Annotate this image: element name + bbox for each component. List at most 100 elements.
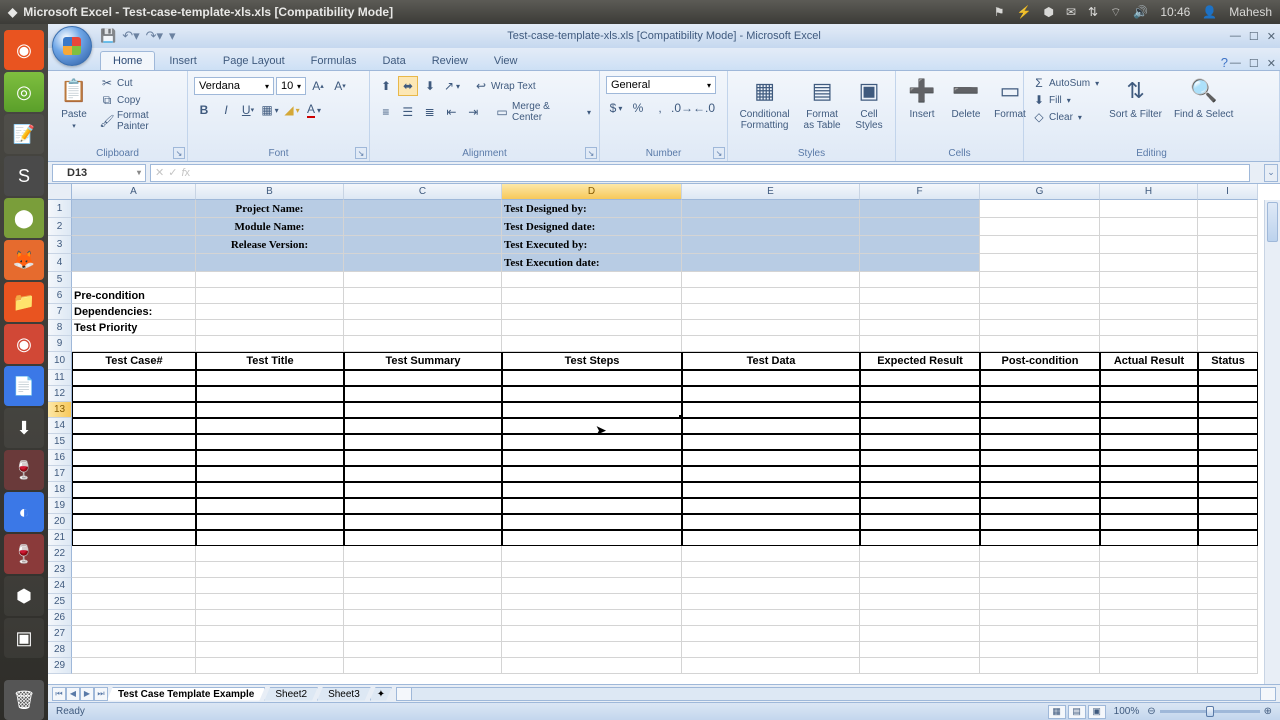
power-icon[interactable]: ⚡ [1017, 5, 1032, 19]
launcher-wine2[interactable]: 🍷 [4, 534, 44, 574]
cell-F13[interactable] [860, 402, 980, 418]
launcher-files[interactable]: 📁 [4, 282, 44, 322]
cell-H29[interactable] [1100, 658, 1198, 674]
decrease-indent-button[interactable]: ⇤ [442, 102, 462, 122]
font-color-button[interactable]: A [304, 100, 324, 120]
cell-D2[interactable]: Test Designed date: [502, 218, 682, 236]
cell-C8[interactable] [344, 320, 502, 336]
row-header-10[interactable]: 10 [48, 352, 72, 370]
cell-E2[interactable] [682, 218, 860, 236]
cell-D5[interactable] [502, 272, 682, 288]
vertical-scrollbar[interactable] [1264, 200, 1280, 684]
cell-D22[interactable] [502, 546, 682, 562]
cell-G17[interactable] [980, 466, 1100, 482]
find-select-button[interactable]: 🔍Find & Select [1170, 73, 1237, 122]
cell-C15[interactable] [344, 434, 502, 450]
cell-H21[interactable] [1100, 530, 1198, 546]
new-sheet-button[interactable]: ✦ [370, 687, 392, 701]
sheet-tab-3[interactable]: Sheet3 [317, 687, 371, 701]
font-size-select[interactable]: 10▾ [276, 77, 306, 95]
sheet-tab-1[interactable]: Test Case Template Example [107, 687, 265, 701]
row-header-16[interactable]: 16 [48, 450, 72, 466]
sheet-nav-first[interactable]: ⏮ [52, 687, 66, 701]
grow-font-button[interactable]: A▴ [308, 76, 328, 96]
cell-H17[interactable] [1100, 466, 1198, 482]
cell-A9[interactable] [72, 336, 196, 352]
cell-C11[interactable] [344, 370, 502, 386]
tab-view[interactable]: View [482, 52, 530, 70]
cell-I1[interactable] [1198, 200, 1258, 218]
merge-center-button[interactable]: ▭Merge & Center [493, 100, 593, 124]
increase-indent-button[interactable]: ⇥ [463, 102, 483, 122]
cell-B14[interactable] [196, 418, 344, 434]
insert-cells-button[interactable]: ➕Insert [902, 73, 942, 122]
name-box[interactable]: D13▾ [52, 164, 146, 182]
cell-A13[interactable] [72, 402, 196, 418]
cell-H7[interactable] [1100, 304, 1198, 320]
spreadsheet-grid[interactable]: ABCDEFGHI 123456789101112131415161718192… [48, 184, 1280, 684]
cell-G26[interactable] [980, 610, 1100, 626]
cell-D17[interactable] [502, 466, 682, 482]
cell-C24[interactable] [344, 578, 502, 594]
cell-I26[interactable] [1198, 610, 1258, 626]
cell-G24[interactable] [980, 578, 1100, 594]
row-header-9[interactable]: 9 [48, 336, 72, 352]
cell-E19[interactable] [682, 498, 860, 514]
cell-F22[interactable] [860, 546, 980, 562]
cell-I28[interactable] [1198, 642, 1258, 658]
clear-button[interactable]: ◇Clear [1030, 109, 1101, 125]
cell-G20[interactable] [980, 514, 1100, 530]
cell-G14[interactable] [980, 418, 1100, 434]
cell-F23[interactable] [860, 562, 980, 578]
cell-B19[interactable] [196, 498, 344, 514]
cell-G5[interactable] [980, 272, 1100, 288]
cell-C21[interactable] [344, 530, 502, 546]
cell-I21[interactable] [1198, 530, 1258, 546]
cell-E7[interactable] [682, 304, 860, 320]
cell-I12[interactable] [1198, 386, 1258, 402]
cell-H12[interactable] [1100, 386, 1198, 402]
align-center-button[interactable]: ☰ [398, 102, 418, 122]
cell-A12[interactable] [72, 386, 196, 402]
cell-C4[interactable] [344, 254, 502, 272]
font-dialog-launcher[interactable]: ↘ [355, 147, 367, 159]
cell-I25[interactable] [1198, 594, 1258, 610]
minimize-button[interactable]: — [1230, 30, 1241, 43]
cell-G13[interactable] [980, 402, 1100, 418]
row-header-2[interactable]: 2 [48, 218, 72, 236]
launcher-app4[interactable]: ◐ [4, 492, 44, 532]
cell-D14[interactable] [502, 418, 682, 434]
cell-C23[interactable] [344, 562, 502, 578]
underline-button[interactable]: U▾ [238, 100, 258, 120]
cell-H26[interactable] [1100, 610, 1198, 626]
orientation-button[interactable]: ↗ [442, 76, 462, 96]
cell-G6[interactable] [980, 288, 1100, 304]
cell-G9[interactable] [980, 336, 1100, 352]
cell-C13[interactable] [344, 402, 502, 418]
cell-G19[interactable] [980, 498, 1100, 514]
cell-F19[interactable] [860, 498, 980, 514]
cell-E29[interactable] [682, 658, 860, 674]
cell-G22[interactable] [980, 546, 1100, 562]
cell-F15[interactable] [860, 434, 980, 450]
cell-D21[interactable] [502, 530, 682, 546]
cell-E24[interactable] [682, 578, 860, 594]
cell-I19[interactable] [1198, 498, 1258, 514]
cell-F2[interactable] [860, 218, 980, 236]
cell-F29[interactable] [860, 658, 980, 674]
view-layout-button[interactable]: ▤ [1068, 705, 1086, 719]
cell-I15[interactable] [1198, 434, 1258, 450]
cell-G23[interactable] [980, 562, 1100, 578]
row-header-15[interactable]: 15 [48, 434, 72, 450]
col-header-F[interactable]: F [860, 184, 980, 200]
cell-D23[interactable] [502, 562, 682, 578]
cell-D12[interactable] [502, 386, 682, 402]
cell-H10[interactable]: Actual Result [1100, 352, 1198, 370]
cell-E10[interactable]: Test Data [682, 352, 860, 370]
cell-B4[interactable] [196, 254, 344, 272]
cell-H25[interactable] [1100, 594, 1198, 610]
cell-G21[interactable] [980, 530, 1100, 546]
cell-G27[interactable] [980, 626, 1100, 642]
cell-G1[interactable] [980, 200, 1100, 218]
dropbox-icon[interactable]: ⬢ [1043, 5, 1053, 19]
